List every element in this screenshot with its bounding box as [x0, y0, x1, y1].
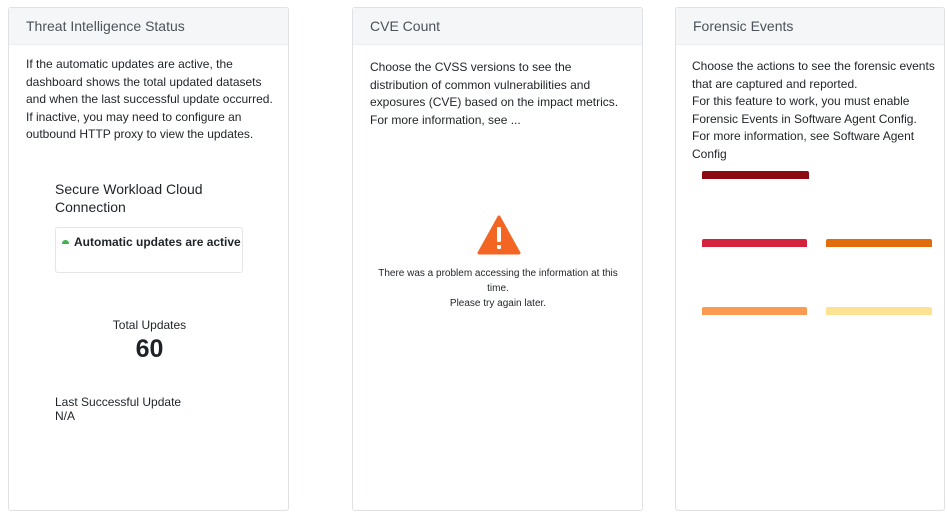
status-indicator-icon [62, 240, 69, 244]
forensic-description-text: Choose the actions to see the forensic e… [692, 59, 935, 91]
last-update-value: N/A [55, 409, 76, 423]
forensic-action-bar[interactable] [702, 239, 807, 247]
cve-count-title: CVE Count [353, 8, 642, 45]
cve-count-description: Choose the CVSS versions to see the dist… [370, 59, 620, 129]
total-updates-label: Total Updates [112, 318, 187, 332]
forensic-events-title: Forensic Events [676, 8, 944, 45]
forensic-enable-note: For this feature to work, you must enabl… [692, 94, 917, 126]
forensic-more-info-link[interactable]: For more information, see Software Agent… [692, 128, 940, 163]
forensic-action-bar[interactable] [702, 171, 809, 179]
total-updates-value: 60 [135, 335, 164, 363]
threat-intelligence-title: Threat Intelligence Status [9, 8, 288, 45]
last-update-label: Last Successful Update [55, 395, 182, 409]
error-message: There was a problem accessing the inform… [373, 266, 623, 311]
threat-intelligence-card: Threat Intelligence Status If the automa… [8, 7, 289, 511]
forensic-action-bar[interactable] [826, 307, 932, 315]
cve-description-text: Choose the CVSS versions to see the dist… [370, 60, 619, 110]
cve-more-info-link[interactable]: For more information, see ... [370, 112, 620, 130]
automatic-updates-status-box: Automatic updates are active [55, 227, 243, 273]
forensic-action-bar[interactable] [702, 307, 807, 315]
cloud-connection-title: Secure Workload Cloud Connection [55, 181, 203, 215]
forensic-events-card: Forensic Events Choose the actions to se… [675, 7, 945, 511]
forensic-events-description: Choose the actions to see the forensic e… [692, 58, 940, 164]
error-message-line-2: Please try again later. [449, 298, 547, 309]
error-message-line-1: There was a problem accessing the inform… [378, 268, 618, 294]
automatic-updates-status-text: Automatic updates are active [74, 235, 241, 249]
warning-triangle-icon [477, 215, 521, 255]
forensic-action-bar[interactable] [826, 239, 932, 247]
cve-count-card: CVE Count Choose the CVSS versions to se… [352, 7, 643, 511]
threat-intelligence-description: If the automatic updates are active, the… [26, 57, 273, 142]
